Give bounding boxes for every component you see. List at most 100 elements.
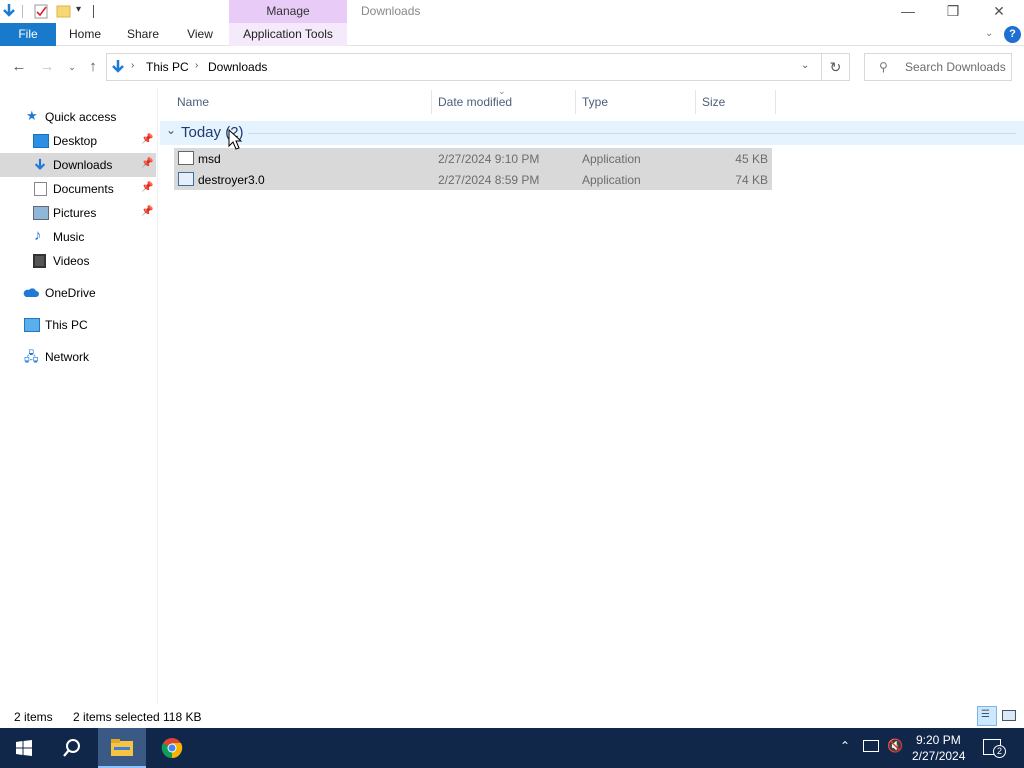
sidebar-item-videos[interactable]: Videos — [0, 249, 156, 273]
pin-icon: 📌 — [141, 158, 154, 169]
sidebar-item-label: Quick access — [45, 110, 117, 124]
pictures-icon — [33, 206, 49, 220]
collapse-chevron-icon[interactable]: ⌄ — [166, 123, 176, 137]
file-name: destroyer3.0 — [198, 173, 265, 187]
refresh-button[interactable]: ↻ — [822, 53, 850, 81]
column-divider[interactable] — [575, 90, 576, 114]
videos-icon — [33, 254, 46, 268]
sidebar-item-label: Downloads — [53, 158, 113, 172]
file-type: Application — [582, 152, 641, 166]
status-selected-size: 118 KB — [163, 710, 202, 724]
application-icon — [178, 172, 194, 186]
sidebar-item-pictures[interactable]: Pictures 📌 — [0, 201, 156, 225]
sidebar-item-onedrive[interactable]: OneDrive — [0, 281, 156, 305]
column-divider[interactable] — [695, 90, 696, 114]
sidebar-item-label: Pictures — [53, 206, 97, 220]
large-icons-view-button[interactable] — [1001, 708, 1017, 724]
status-selected-count: 2 items selected — [73, 710, 160, 724]
folder-icon — [111, 739, 133, 756]
action-center-button[interactable]: 2 — [983, 739, 1006, 758]
volume-muted-icon[interactable]: 🔇 — [887, 738, 903, 754]
clock-time[interactable]: 9:20 PM — [916, 733, 961, 747]
column-header-date-modified[interactable]: Date modified — [438, 95, 512, 109]
taskbar-file-explorer[interactable] — [98, 728, 146, 768]
new-folder-icon[interactable] — [56, 3, 72, 19]
show-hidden-icons-chevron-icon[interactable]: ⌃ — [840, 739, 850, 753]
column-header-type[interactable]: Type — [582, 95, 608, 109]
sidebar-item-label: Videos — [53, 254, 90, 268]
restore-button[interactable]: ❒ — [930, 0, 976, 23]
navigation-pane: ★ Quick access Desktop 📌 Downloads 📌 Doc… — [0, 88, 158, 704]
column-header-name[interactable]: Name — [177, 95, 209, 109]
taskbar: ⌃ 🔇 9:20 PM 2/27/2024 2 — [0, 728, 1024, 768]
computer-icon — [24, 318, 40, 332]
sidebar-item-label: Music — [53, 230, 85, 244]
onedrive-cloud-icon — [23, 288, 39, 297]
tab-view[interactable]: View — [178, 23, 222, 46]
sidebar-item-quick-access[interactable]: ★ Quick access — [0, 105, 156, 129]
file-size: 74 KB — [735, 173, 768, 187]
sidebar-item-label: This PC — [45, 318, 88, 332]
sidebar-item-this-pc[interactable]: This PC — [0, 313, 156, 337]
back-arrow-icon[interactable]: ← — [10, 58, 28, 76]
search-button[interactable] — [48, 728, 96, 768]
file-type: Application — [582, 173, 641, 187]
sidebar-item-music[interactable]: ♪ Music — [0, 225, 156, 249]
recent-locations-icon[interactable]: ⌄ — [63, 58, 81, 76]
pin-icon: 📌 — [141, 182, 154, 193]
group-divider-line — [248, 133, 1016, 134]
sidebar-item-desktop[interactable]: Desktop 📌 — [0, 129, 156, 153]
sidebar-item-label: Network — [45, 350, 90, 364]
forward-arrow-icon[interactable]: → — [38, 58, 56, 76]
file-row[interactable]: msd 2/27/2024 9:10 PM Application 45 KB — [174, 148, 772, 169]
address-bar[interactable]: › This PC › Downloads ⌄ — [106, 53, 822, 81]
up-arrow-icon[interactable]: ↑ — [84, 58, 102, 76]
network-tray-icon[interactable] — [863, 740, 879, 752]
file-row[interactable]: destroyer3.0 2/27/2024 8:59 PM Applicati… — [174, 169, 772, 190]
search-input[interactable]: ⚲ Search Downloads — [864, 53, 1012, 81]
column-divider[interactable] — [431, 90, 432, 114]
column-headers: Name ⌄ Date modified Type Size — [170, 86, 1020, 114]
tab-share[interactable]: Share — [120, 23, 166, 46]
search-icon: ⚲ — [879, 60, 888, 74]
tab-application-tools[interactable]: Application Tools — [229, 23, 347, 46]
tab-file[interactable]: File — [0, 23, 56, 46]
properties-icon[interactable] — [33, 3, 49, 19]
title-bar: ▾ Manage Downloads — ❒ ✕ — [0, 0, 1024, 23]
window-title: Downloads — [361, 4, 421, 18]
details-view-button[interactable]: ☰ — [977, 706, 997, 726]
windows-logo-icon — [16, 740, 32, 756]
music-note-icon: ♪ — [34, 227, 42, 244]
large-icons-view-icon — [1002, 710, 1016, 721]
help-icon[interactable]: ? — [1004, 26, 1021, 43]
manage-tab[interactable]: Manage — [229, 0, 347, 23]
downloads-arrow-icon[interactable] — [1, 3, 17, 19]
application-icon — [178, 151, 194, 165]
clock-date[interactable]: 2/27/2024 — [912, 749, 965, 763]
qat-customize-icon[interactable]: ▾ — [76, 4, 81, 15]
network-icon: 🖧 — [24, 349, 39, 364]
start-button[interactable] — [0, 728, 48, 768]
sidebar-item-documents[interactable]: Documents 📌 — [0, 177, 156, 201]
search-placeholder: Search Downloads — [905, 60, 1006, 74]
breadcrumb-downloads[interactable]: Downloads — [208, 60, 267, 74]
close-button[interactable]: ✕ — [976, 0, 1022, 23]
sidebar-item-network[interactable]: 🖧 Network — [0, 345, 156, 369]
file-size: 45 KB — [735, 152, 768, 166]
address-dropdown-icon[interactable]: ⌄ — [801, 60, 809, 71]
taskbar-chrome[interactable] — [148, 728, 196, 768]
downloads-arrow-icon — [34, 158, 46, 171]
details-view-icon: ☰ — [981, 709, 990, 720]
breadcrumb-separator-icon: › — [131, 60, 135, 71]
minimize-button[interactable]: — — [885, 0, 931, 23]
refresh-icon: ↻ — [829, 59, 842, 75]
status-item-count: 2 items — [14, 710, 53, 724]
qat-divider — [93, 5, 94, 18]
column-header-size[interactable]: Size — [702, 95, 725, 109]
breadcrumb-this-pc[interactable]: This PC — [146, 60, 189, 74]
expand-ribbon-icon[interactable]: ⌄ — [985, 28, 993, 39]
downloads-arrow-icon — [112, 60, 124, 73]
sidebar-item-downloads[interactable]: Downloads 📌 — [0, 153, 156, 177]
tab-home[interactable]: Home — [62, 23, 108, 46]
column-divider[interactable] — [775, 90, 776, 114]
